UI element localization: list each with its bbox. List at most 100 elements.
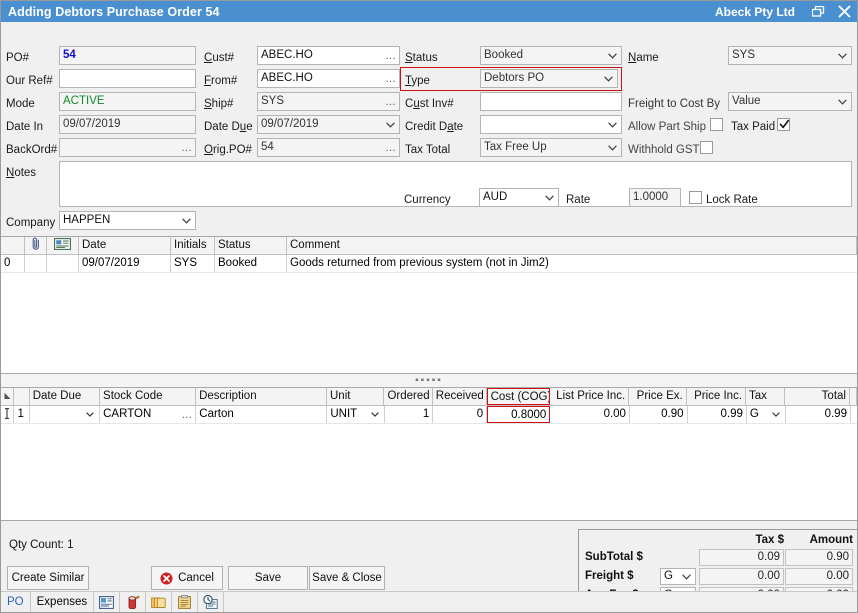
chevron-down-icon[interactable] <box>604 75 613 82</box>
type-select[interactable]: Debtors PO <box>480 69 618 88</box>
comment-cell-comment[interactable]: Goods returned from previous system (not… <box>287 255 857 272</box>
close-icon[interactable] <box>831 1 857 22</box>
line-cell-date-due[interactable] <box>30 406 101 423</box>
chevron-down-icon[interactable] <box>86 411 95 418</box>
line-cell-price-ex[interactable]: 0.90 <box>630 406 688 423</box>
line-col-date-due[interactable]: Date Due <box>30 388 101 405</box>
tab-expenses-label: Expenses <box>36 596 88 608</box>
tab-po[interactable]: PO <box>1 592 31 612</box>
freight-to-cost-by-select[interactable]: Value <box>728 92 852 111</box>
label-company: Company <box>6 217 56 229</box>
cust-number-field[interactable]: ABEC.HO … <box>257 46 400 65</box>
line-col-received[interactable]: Received <box>433 388 487 405</box>
stock-code-lookup-icon[interactable]: … <box>181 409 193 420</box>
cancel-button[interactable]: Cancel <box>151 566 223 590</box>
comment-cell-attachment[interactable] <box>25 255 47 272</box>
comment-col-comment[interactable]: Comment <box>287 237 857 254</box>
comment-cell-status[interactable]: Booked <box>215 255 287 272</box>
chevron-down-icon[interactable] <box>608 121 617 128</box>
totals-freight-tax[interactable]: 0.00 <box>699 568 784 585</box>
label-backord: BackOrd# <box>6 144 58 156</box>
ship-number-field[interactable]: SYS … <box>257 92 400 111</box>
company-select[interactable]: HAPPEN <box>59 211 196 230</box>
chevron-down-icon[interactable] <box>682 573 691 580</box>
table-row[interactable]: 1 CARTON … Carton UNIT 1 0 0.8000 0.00 0… <box>1 406 857 424</box>
cust-inv-field[interactable] <box>480 92 622 111</box>
chevron-down-icon[interactable] <box>545 194 554 201</box>
credit-date-field[interactable] <box>480 115 622 134</box>
chevron-down-icon[interactable] <box>182 217 191 224</box>
chevron-down-icon[interactable] <box>371 411 380 418</box>
comment-col-status[interactable]: Status <box>215 237 287 254</box>
save-and-close-button[interactable]: Save & Close <box>309 566 385 590</box>
lock-rate-checkbox[interactable] <box>689 191 702 204</box>
rate-field[interactable]: 1.0000 <box>629 188 681 207</box>
backord-lookup-icon[interactable]: … <box>181 142 193 153</box>
currency-select[interactable]: AUD <box>479 188 559 207</box>
create-similar-button[interactable]: Create Similar <box>7 566 89 590</box>
chevron-down-icon[interactable] <box>772 411 781 418</box>
line-cell-stock-code[interactable]: CARTON … <box>100 406 197 423</box>
line-cell-received[interactable]: 0 <box>433 406 488 423</box>
copy-folders-icon[interactable] <box>146 592 173 612</box>
line-col-unit[interactable]: Unit <box>327 388 385 405</box>
freight-tax-code-select[interactable]: G <box>660 568 696 585</box>
tax-paid-checkbox[interactable] <box>777 118 790 131</box>
status-select[interactable]: Booked <box>480 46 622 65</box>
line-cell-price-inc[interactable]: 0.99 <box>688 406 747 423</box>
name-select[interactable]: SYS <box>728 46 852 65</box>
paint-bucket-icon[interactable] <box>120 592 147 612</box>
our-ref-field[interactable] <box>59 69 196 88</box>
tab-expenses[interactable]: Expenses <box>31 592 95 612</box>
chevron-down-icon[interactable] <box>608 144 617 151</box>
comment-cell-initials[interactable]: SYS <box>171 255 215 272</box>
label-tax-paid: Tax Paid <box>731 121 776 133</box>
line-cell-total[interactable]: 0.99 <box>786 406 851 423</box>
restore-window-icon[interactable] <box>805 1 831 22</box>
line-col-cost-cog[interactable]: Cost (COG) <box>486 388 550 405</box>
line-col-list-price-inc[interactable]: List Price Inc. <box>550 388 630 405</box>
table-row[interactable]: 0 09/07/2019 SYS Booked Goods returned f… <box>1 255 857 273</box>
allow-part-ship-checkbox[interactable] <box>710 118 723 131</box>
line-col-description[interactable]: Description <box>196 388 327 405</box>
cust-lookup-icon[interactable]: … <box>385 50 397 61</box>
save-button[interactable]: Save <box>228 566 308 590</box>
line-col-price-ex[interactable]: Price Ex. <box>629 388 687 405</box>
chevron-down-icon[interactable] <box>838 52 847 59</box>
from-number-field[interactable]: ABEC.HO … <box>257 69 400 88</box>
grid-splitter[interactable]: ▪▪▪▪▪ <box>1 374 857 387</box>
ship-lookup-icon[interactable]: … <box>385 96 397 107</box>
line-col-stock-code[interactable]: Stock Code <box>100 388 197 405</box>
from-lookup-icon[interactable]: … <box>385 73 397 84</box>
line-cell-ordered[interactable]: 1 <box>385 406 434 423</box>
line-cell-tax[interactable]: G <box>747 406 787 423</box>
line-col-price-inc[interactable]: Price Inc. <box>687 388 747 405</box>
chevron-down-icon[interactable] <box>838 98 847 105</box>
date-in-field[interactable]: 09/07/2019 <box>59 115 196 134</box>
orig-po-field[interactable]: 54 … <box>257 138 400 157</box>
comment-cell-date[interactable]: 09/07/2019 <box>79 255 171 272</box>
comment-cell-note[interactable] <box>47 255 79 272</box>
comment-col-initials[interactable]: Initials <box>171 237 215 254</box>
line-col-total[interactable]: Total <box>785 388 850 405</box>
totals-freight-amount[interactable]: 0.00 <box>785 568 853 585</box>
clipboard-icon[interactable] <box>172 592 199 612</box>
line-cell-description[interactable]: Carton <box>196 406 328 423</box>
label-orig-po: Orig.PO# <box>204 144 252 156</box>
line-cell-cost-cog[interactable]: 0.8000 <box>487 406 551 423</box>
withhold-gst-checkbox[interactable] <box>700 141 713 154</box>
chevron-down-icon[interactable] <box>608 52 617 59</box>
line-cell-unit[interactable]: UNIT <box>327 406 385 423</box>
backord-field[interactable]: … <box>59 138 196 157</box>
grid-menu-icon[interactable] <box>1 388 15 405</box>
line-cell-list-price-inc[interactable]: 0.00 <box>550 406 630 423</box>
comment-col-date[interactable]: Date <box>79 237 171 254</box>
orig-po-lookup-icon[interactable]: … <box>385 142 397 153</box>
line-col-tax[interactable]: Tax <box>746 388 786 405</box>
chevron-down-icon[interactable] <box>386 121 395 128</box>
history-clock-icon[interactable] <box>198 592 225 612</box>
date-due-field[interactable]: 09/07/2019 <box>257 115 400 134</box>
card-file-icon[interactable] <box>94 592 121 612</box>
line-col-ordered[interactable]: Ordered <box>384 388 433 405</box>
tax-total-select[interactable]: Tax Free Up <box>480 138 622 157</box>
